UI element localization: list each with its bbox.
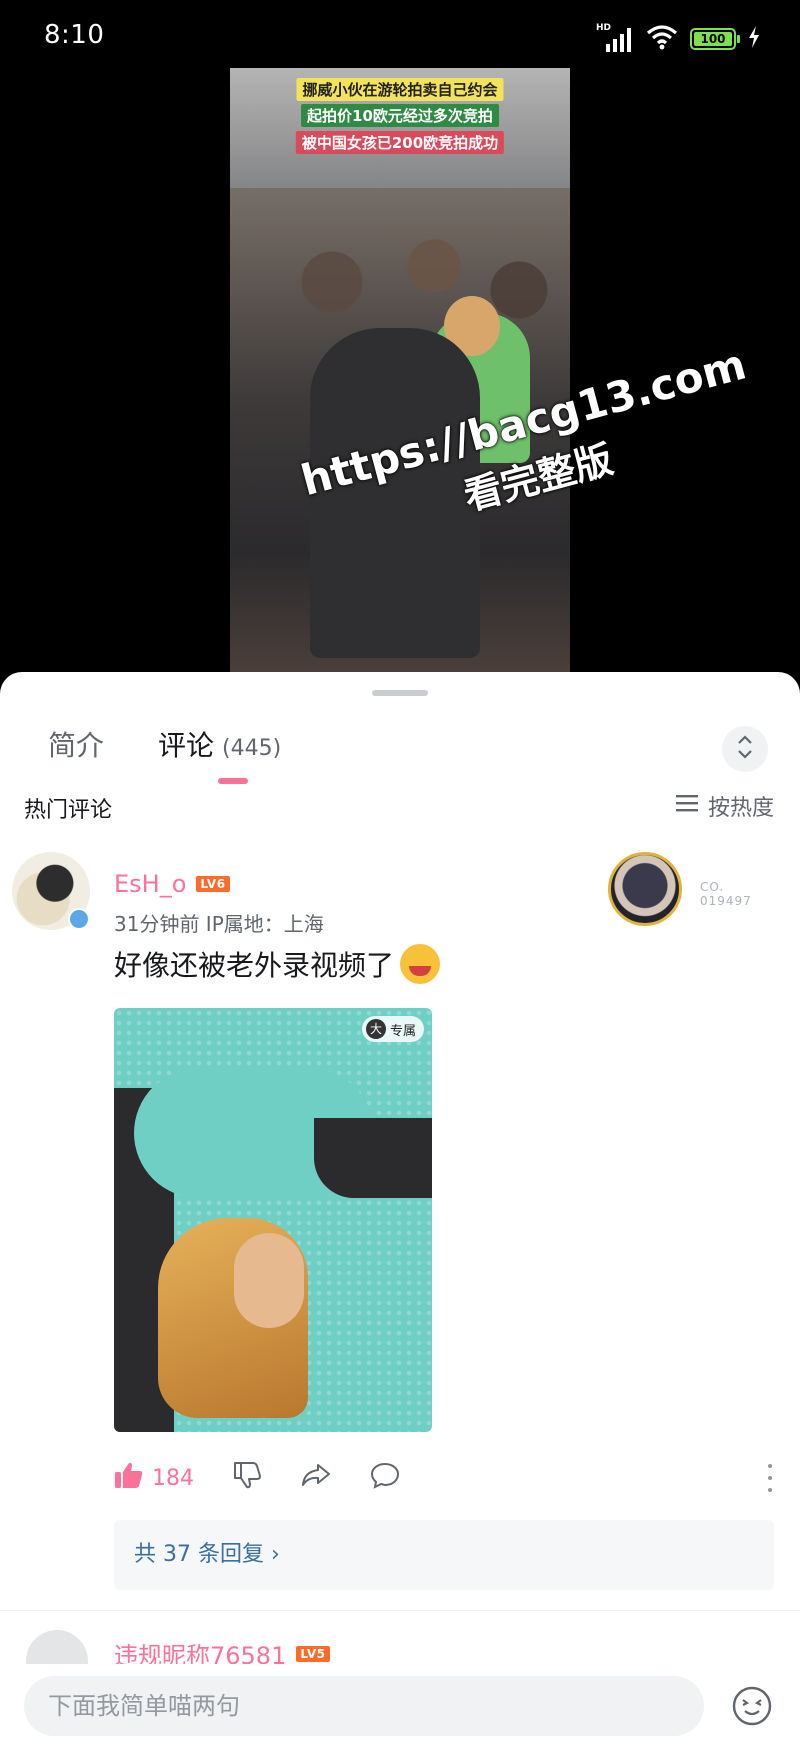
comment-text-content: 好像还被老外录视频了 [114, 949, 395, 982]
exclusive-tag: 大 专属 [361, 1016, 424, 1042]
hd-label: HD [596, 23, 612, 33]
wifi-icon [646, 24, 678, 54]
like-count: 184 [152, 1465, 194, 1491]
charging-icon [748, 26, 760, 52]
big-member-icon: 大 [365, 1019, 386, 1039]
menu-lines-icon [675, 793, 700, 819]
comments-panel: 简介 评论 (445) 热门评论 按热度 EsH_o LV6 31分钟前 IP属地… [0, 672, 800, 1749]
comment-username[interactable]: EsH_o LV6 [114, 870, 230, 898]
comment-sticker-image[interactable]: 大 专属 [114, 1008, 432, 1432]
username-text: EsH_o [114, 870, 187, 898]
drag-handle[interactable] [372, 690, 428, 696]
signal-icon: HD [596, 23, 634, 52]
comment-input[interactable]: 下面我简单喵两句 [24, 1676, 704, 1736]
emoji-button[interactable] [730, 1684, 774, 1728]
thumbs-up-icon [114, 1461, 144, 1495]
battery-icon: 100 [690, 28, 740, 50]
more-options-icon[interactable] [766, 1464, 774, 1492]
fan-medal-badge[interactable] [608, 852, 682, 926]
divider [0, 1610, 800, 1611]
exclusive-tag-label: 专属 [389, 1023, 416, 1039]
level-badge: LV5 [296, 1645, 330, 1662]
battery-level: 100 [694, 32, 732, 46]
emoji-face-icon [730, 1686, 774, 1732]
laughing-emoji-icon [400, 944, 441, 984]
thumbs-down-icon [232, 1461, 262, 1495]
like-button[interactable]: 184 [114, 1461, 194, 1495]
verified-badge-icon [68, 908, 90, 930]
expand-button[interactable] [722, 726, 768, 772]
video-caption-3: 被中国女孩已200欧竞拍成功 [295, 131, 505, 154]
chevron-up-down-icon [735, 733, 755, 765]
tab-bar: 简介 评论 (445) [0, 706, 800, 786]
comment-text: 好像还被老外录视频了 [114, 944, 441, 984]
hot-comments-title: 热门评论 [24, 798, 113, 823]
video-player[interactable]: 挪威小伙在游轮拍卖自己约会 起拍价10欧元经过多次竞拍 被中国女孩已200欧竞拍… [0, 68, 800, 676]
level-badge: LV6 [196, 876, 230, 892]
fan-medal-number: CO. 019497 [700, 880, 752, 908]
status-bar: 8:10 HD 100 [0, 0, 800, 76]
video-caption-2: 起拍价10欧元经过多次竞拍 [301, 104, 499, 127]
tab-comments-label: 评论 [158, 729, 215, 762]
reply-button[interactable] [370, 1461, 400, 1495]
comment-meta: 31分钟前 IP属地：上海 [114, 912, 324, 936]
tab-comments[interactable]: 评论 (445) [158, 724, 281, 764]
comment-input-bar: 下面我简单喵两句 [0, 1664, 800, 1749]
video-frame[interactable]: 挪威小伙在游轮拍卖自己约会 起拍价10欧元经过多次竞拍 被中国女孩已200欧竞拍… [230, 68, 570, 672]
comment-actions: 184 [114, 1458, 774, 1498]
sort-label: 按热度 [707, 796, 774, 821]
comments-count: (445) [222, 736, 282, 761]
share-button[interactable] [300, 1462, 332, 1494]
speech-bubble-icon [370, 1461, 400, 1495]
tab-indicator [218, 778, 248, 784]
share-arrow-icon [300, 1462, 332, 1494]
sort-button[interactable]: 按热度 [675, 790, 774, 822]
dislike-button[interactable] [232, 1461, 262, 1495]
tab-intro[interactable]: 简介 [48, 724, 104, 764]
video-caption-1: 挪威小伙在游轮拍卖自己约会 [296, 78, 504, 101]
view-replies-button[interactable]: 共 37 条回复 › [114, 1520, 774, 1590]
status-icons: HD 100 [596, 23, 760, 54]
status-time: 8:10 [44, 20, 105, 50]
